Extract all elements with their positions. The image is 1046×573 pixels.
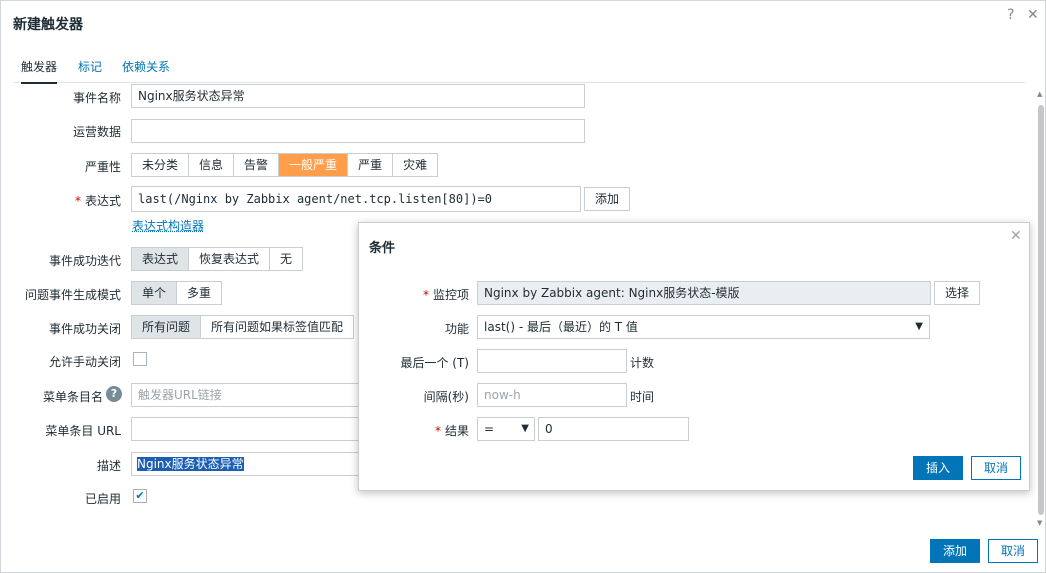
opdata-label: 运营数据 <box>72 125 121 139</box>
tab-trigger[interactable]: 触发器 <box>21 58 58 84</box>
condition-dialog: 条件 ✕ * 监控项 Nginx by Zabbix agent: Nginx服务… <box>358 222 1030 491</box>
description-label: 描述 <box>96 459 121 473</box>
condition-item-input[interactable]: Nginx by Zabbix agent: Nginx服务状态-模版 <box>477 281 931 305</box>
tab-dependencies[interactable]: 依赖关系 <box>122 58 170 82</box>
cancel-button[interactable]: 取消 <box>988 539 1039 563</box>
condition-interval-input[interactable]: now-h <box>477 383 627 407</box>
condition-item-select-button[interactable]: 选择 <box>934 281 981 305</box>
menu-name-label: 菜单条目名 <box>42 390 103 404</box>
condition-result-input[interactable]: 0 <box>538 417 689 441</box>
chevron-down-icon: ▼ <box>915 321 923 332</box>
menu-url-input[interactable] <box>131 417 371 441</box>
expression-add-button[interactable]: 添加 <box>584 187 631 211</box>
ok-close-label: 事件成功关闭 <box>48 322 121 336</box>
menu-url-label: 菜单条目 URL <box>45 424 121 438</box>
severity-information[interactable]: 信息 <box>189 154 235 176</box>
manual-close-label: 允许手动关闭 <box>48 355 121 369</box>
condition-operator-value: = <box>484 422 495 436</box>
condition-function-value: last() - 最后（最近）的 T 值 <box>484 320 638 334</box>
scrollbar-thumb[interactable] <box>1038 105 1044 515</box>
ok-close-tag-match[interactable]: 所有问题如果标签值匹配 <box>201 316 354 338</box>
severity-warning[interactable]: 告警 <box>234 154 280 176</box>
close-icon[interactable]: ✕ <box>1027 7 1039 23</box>
expression-label: * 表达式 <box>74 194 121 208</box>
problem-mode-selector: 单个 多重 <box>131 281 223 305</box>
required-mark: * <box>422 288 429 302</box>
manual-close-checkbox[interactable] <box>133 352 147 366</box>
condition-last-of-input[interactable] <box>477 349 627 373</box>
severity-average[interactable]: 一般严重 <box>279 154 349 176</box>
scroll-down-icon[interactable]: ▼ <box>1037 519 1042 527</box>
chevron-down-icon: ▼ <box>521 423 529 434</box>
expression-builder-link[interactable]: 表达式构造器 <box>132 217 204 234</box>
menu-name-help-icon[interactable]: ? <box>106 386 122 402</box>
condition-last-of-label: 最后一个 (T) <box>400 356 469 370</box>
enabled-label: 已启用 <box>84 492 121 506</box>
severity-label: 严重性 <box>84 160 121 174</box>
problem-mode-multiple[interactable]: 多重 <box>177 282 222 304</box>
condition-result-label: * 结果 <box>434 424 469 438</box>
ok-close-selector: 所有问题 所有问题如果标签值匹配 <box>131 315 355 339</box>
opdata-input[interactable] <box>131 119 585 143</box>
condition-item-label: * 监控项 <box>422 288 469 302</box>
add-trigger-button[interactable]: 添加 <box>930 539 981 563</box>
help-icon[interactable]: ? <box>1007 7 1014 23</box>
condition-last-of-unit: 计数 <box>630 356 655 370</box>
condition-title: 条件 <box>369 241 396 256</box>
problem-mode-label: 问题事件生成模式 <box>24 288 121 302</box>
condition-operator-select[interactable]: = ▼ <box>477 417 535 441</box>
description-textarea[interactable]: Nginx服务状态异常 <box>131 452 371 476</box>
severity-not-classified[interactable]: 未分类 <box>132 154 190 176</box>
event-name-input[interactable]: Nginx服务状态异常 <box>131 84 585 108</box>
expression-textarea[interactable]: last(/Nginx by Zabbix agent/net.tcp.list… <box>131 186 581 212</box>
condition-function-label: 功能 <box>444 322 469 336</box>
ok-gen-none[interactable]: 无 <box>270 248 303 270</box>
event-name-label: 事件名称 <box>72 91 121 105</box>
dialog-title: 新建触发器 <box>13 17 83 33</box>
enabled-checkbox[interactable]: ✔ <box>133 489 147 503</box>
required-mark: * <box>74 194 81 208</box>
condition-interval-label: 间隔(秒) <box>423 390 469 404</box>
menu-name-input[interactable]: 触发器URL链接 <box>131 383 371 407</box>
severity-high[interactable]: 严重 <box>348 154 394 176</box>
condition-insert-button[interactable]: 插入 <box>913 456 964 480</box>
severity-disaster[interactable]: 灾难 <box>393 154 438 176</box>
ok-event-generation-selector: 表达式 恢复表达式 无 <box>131 247 304 271</box>
ok-gen-expression[interactable]: 表达式 <box>132 248 190 270</box>
problem-mode-single[interactable]: 单个 <box>132 282 178 304</box>
tab-bar: 触发器 标记 依赖关系 <box>13 58 1025 84</box>
condition-close-icon[interactable]: ✕ <box>1010 228 1022 244</box>
ok-event-generation-label: 事件成功迭代 <box>48 254 121 268</box>
severity-selector: 未分类 信息 告警 一般严重 严重 灾难 <box>131 153 439 177</box>
condition-interval-unit: 时间 <box>630 390 655 404</box>
ok-close-all[interactable]: 所有问题 <box>132 316 202 338</box>
description-selected-text: Nginx服务状态异常 <box>137 457 244 471</box>
condition-cancel-button[interactable]: 取消 <box>971 456 1022 480</box>
scroll-up-icon[interactable]: ▲ <box>1037 90 1042 98</box>
required-mark: * <box>434 424 441 438</box>
tab-tags[interactable]: 标记 <box>78 58 102 82</box>
ok-gen-recovery-expression[interactable]: 恢复表达式 <box>189 248 271 270</box>
condition-function-select[interactable]: last() - 最后（最近）的 T 值 ▼ <box>477 315 930 339</box>
